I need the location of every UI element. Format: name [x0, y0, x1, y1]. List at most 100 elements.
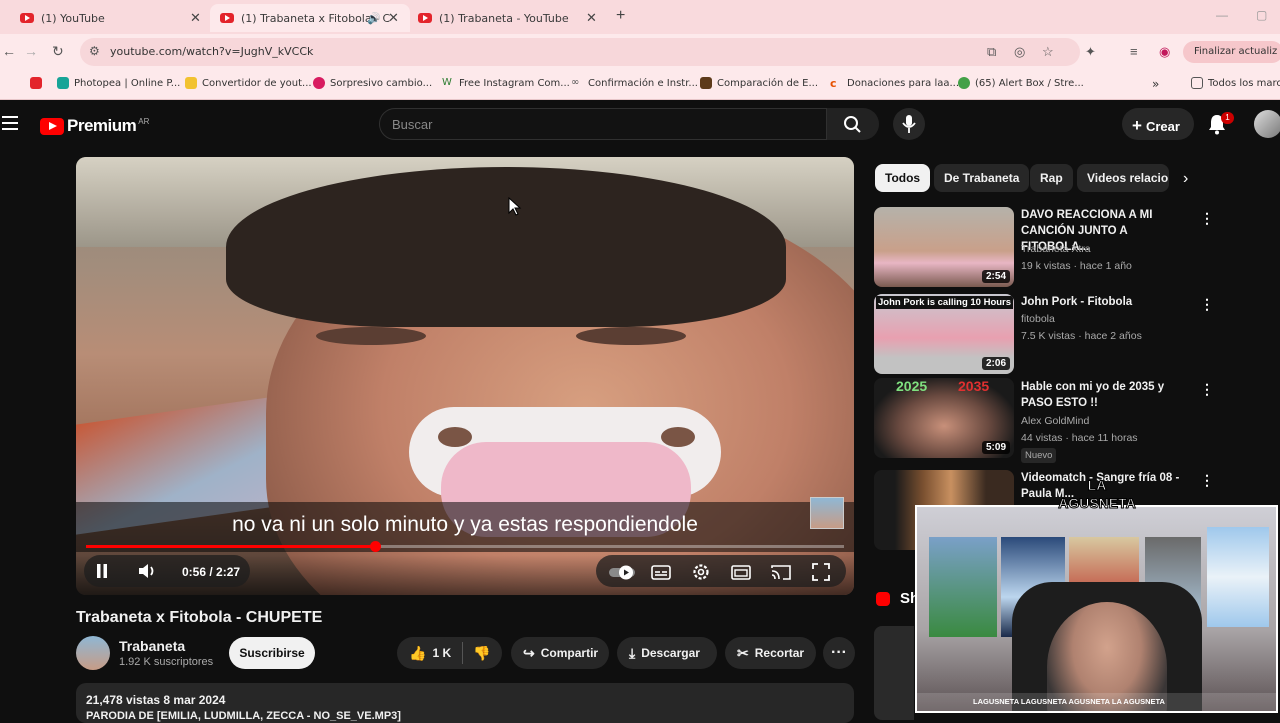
bookmark-star-icon[interactable]: ☆ [1042, 44, 1054, 60]
instagram-tool-icon: W [442, 77, 452, 88]
recommendation-channel[interactable]: fitobola [1021, 313, 1055, 325]
more-actions-icon[interactable]: ··· [823, 637, 855, 669]
miniplayer-icon[interactable] [730, 562, 752, 582]
back-icon[interactable]: ← [2, 43, 16, 59]
bookmark-label: Confirmación e Instr... [588, 77, 698, 89]
video-duration: 2:06 [981, 357, 1010, 370]
bookmark-item[interactable]: Photopea | Online P... [57, 77, 180, 89]
media-control-icon[interactable]: ≡ [1130, 44, 1138, 59]
dislike-icon[interactable]: 👎 [473, 645, 490, 662]
thumbnail-caption: John Pork is calling 10 Hours [876, 296, 1014, 309]
browser-tab-active[interactable]: (1) Trabaneta x Fitobola - C 🔊 ✕ [210, 4, 410, 32]
recommendation-title[interactable]: Hable con mi yo de 2035 y PASO ESTO !! [1021, 379, 1193, 411]
site-info-icon[interactable]: ⚙ [89, 44, 100, 58]
update-button[interactable]: Finalizar actualiz [1183, 41, 1280, 63]
voice-search-button[interactable] [893, 108, 925, 140]
short-thumbnail[interactable] [874, 626, 914, 720]
youtube-play-icon [40, 117, 64, 135]
video-player[interactable]: no va ni un solo minuto y ya estas respo… [76, 157, 854, 595]
account-avatar[interactable] [1254, 110, 1280, 138]
bookmark-label: Comparación de E... [717, 77, 819, 89]
like-count[interactable]: 1 K [432, 646, 451, 660]
menu-icon[interactable] [2, 116, 18, 130]
streamer-webcam-overlay: LAGUSNETA LAGUSNETA AGUSNETA LA AGUSNETA [915, 505, 1278, 713]
progress-played [86, 545, 375, 548]
pause-icon[interactable] [92, 561, 112, 581]
recommendation-thumbnail[interactable]: John Pork is calling 10 Hours 2:06 [874, 294, 1014, 374]
chip-de-trabaneta[interactable]: De Trabaneta [934, 164, 1030, 192]
download-icon: ⤓ [629, 644, 636, 661]
autoplay-toggle-icon[interactable] [608, 563, 638, 581]
bookmark-youtube[interactable] [30, 77, 47, 89]
cast-icon[interactable] [770, 562, 792, 582]
recommendation-channel[interactable]: Alex GoldMind [1021, 415, 1089, 427]
channel-watermark[interactable] [810, 497, 844, 529]
minimize-icon[interactable]: — [1216, 8, 1228, 22]
bookmark-item[interactable]: Comparación de E... [700, 77, 818, 89]
like-icon[interactable]: 👍 [409, 645, 426, 662]
more-bookmarks-icon[interactable]: » [1152, 77, 1159, 91]
eye-off-icon[interactable]: ◎ [1014, 44, 1025, 60]
address-bar-row: ← → ↻ ⚙ youtube.com/watch?v=JughV_kVCCk … [0, 34, 1280, 70]
recommendation-channel[interactable]: Trabaneta Xtra [1021, 243, 1091, 255]
tab-title: (1) Trabaneta - YouTube [439, 11, 569, 25]
maximize-icon[interactable]: ▢ [1256, 8, 1267, 22]
install-icon[interactable]: ⧉ [987, 44, 996, 60]
browser-tab[interactable]: (1) Trabaneta - YouTube ✕ [418, 4, 608, 32]
bookmark-item[interactable]: ∞ Confirmación e Instr... [571, 77, 698, 89]
progress-bar[interactable] [86, 541, 844, 552]
channel-avatar[interactable] [76, 636, 110, 670]
youtube-logo[interactable]: Premium AR [40, 116, 149, 136]
extensions-icon[interactable]: ✦ [1085, 44, 1096, 60]
search-input[interactable]: Buscar [379, 108, 827, 140]
bookmark-item[interactable]: Convertidor de yout... [185, 77, 312, 89]
browser-tab[interactable]: (1) YouTube ✕ [20, 4, 210, 32]
subscribe-button[interactable]: Suscribirse [229, 637, 315, 669]
new-tab-icon[interactable]: + [616, 7, 625, 25]
recommendation-thumbnail[interactable]: 2025 2035 5:09 [874, 378, 1014, 458]
channel-name[interactable]: Trabaneta [119, 638, 185, 654]
chip-rap[interactable]: Rap [1030, 164, 1073, 192]
recommendation-title[interactable]: John Pork - Fitobola [1021, 294, 1193, 310]
close-tab-icon[interactable]: ✕ [586, 11, 597, 26]
more-vert-icon[interactable]: ⋮ [1200, 210, 1214, 227]
bookmark-item[interactable]: W Free Instagram Com... [442, 77, 570, 89]
url-field[interactable]: ⚙ youtube.com/watch?v=JughV_kVCCk [80, 38, 1080, 66]
more-vert-icon[interactable]: ⋮ [1200, 296, 1214, 313]
more-vert-icon[interactable]: ⋮ [1200, 472, 1214, 489]
more-vert-icon[interactable]: ⋮ [1200, 381, 1214, 398]
youtube-favicon-icon [20, 13, 34, 23]
share-button[interactable]: ↪ Compartir [511, 637, 609, 669]
search-icon [844, 116, 861, 133]
settings-gear-icon[interactable] [690, 561, 712, 583]
recommendation-thumbnail[interactable]: 2:54 [874, 207, 1014, 287]
clip-button[interactable]: ✂ Recortar [725, 637, 816, 669]
all-bookmarks[interactable]: Todos los marca [1191, 77, 1280, 89]
bookmark-item[interactable]: (65) Alert Box / Stre... [958, 77, 1084, 89]
donation-icon: c [830, 77, 837, 90]
description-box[interactable]: 21,478 vistas 8 mar 2024 PARODIA DE [EMI… [76, 683, 854, 723]
reload-icon[interactable]: ↻ [52, 43, 64, 60]
search-button[interactable] [827, 108, 879, 140]
link-icon: ∞ [571, 77, 580, 88]
chip-videos-relacionados[interactable]: Videos relacio [1077, 164, 1169, 192]
chevron-right-icon[interactable]: › [1183, 170, 1188, 188]
video-duration: 2:54 [981, 270, 1010, 283]
volume-icon[interactable] [136, 561, 158, 581]
fullscreen-icon[interactable] [810, 561, 832, 583]
progress-scrubber[interactable] [369, 541, 381, 552]
bookmark-item[interactable]: Sorpresivo cambio... [313, 77, 432, 89]
download-button[interactable]: ⤓ Descargar [617, 637, 717, 669]
forward-icon[interactable]: → [24, 43, 38, 59]
bookmark-label: Convertidor de yout... [202, 77, 312, 89]
subtitles-icon[interactable] [650, 562, 672, 582]
close-tab-icon[interactable]: ✕ [190, 11, 201, 26]
youtube-header: Premium AR Buscar + Crear [0, 101, 1280, 149]
bookmark-item[interactable]: c Donaciones para laa... [830, 77, 959, 90]
close-tab-icon[interactable]: ✕ [388, 11, 399, 26]
profile-icon[interactable]: ◉ [1159, 44, 1170, 60]
chip-todos[interactable]: Todos [875, 164, 931, 192]
create-button[interactable]: + Crear [1122, 108, 1194, 140]
create-label: Crear [1145, 119, 1180, 134]
speaker-icon[interactable]: 🔊 [367, 12, 381, 25]
